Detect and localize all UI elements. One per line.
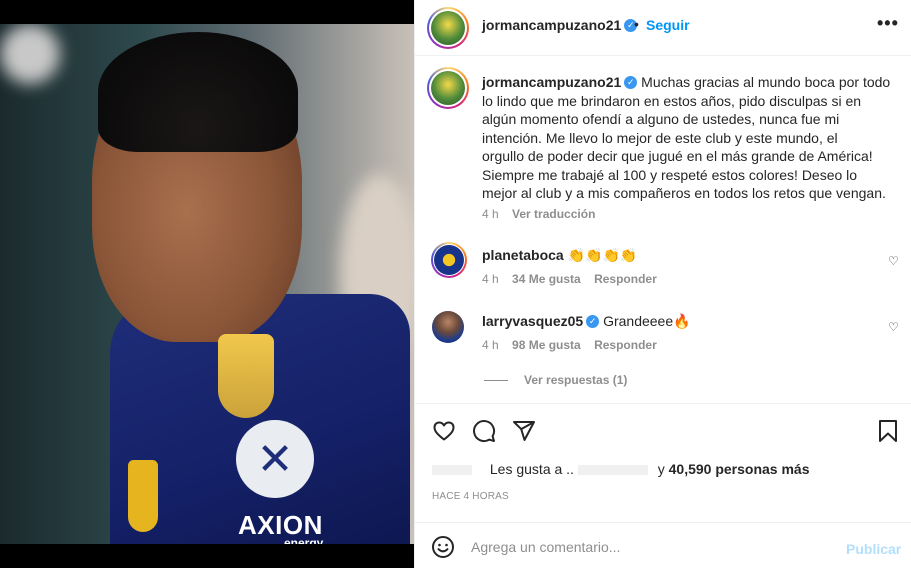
bookmark-icon[interactable] — [875, 418, 901, 444]
bokeh-light — [0, 24, 60, 84]
author-avatar[interactable] — [427, 7, 469, 49]
comment-body: Grandeeee🔥 — [603, 313, 691, 329]
caption-line: lo lindo que me brindaron en estos años,… — [482, 92, 862, 109]
player-hair — [98, 32, 298, 152]
comment-time: 4 h — [482, 338, 499, 352]
comment-meta: 4 h 34 Me gusta Responder — [482, 272, 657, 286]
post-photo[interactable]: ✕ AXION energy — [0, 0, 414, 568]
view-replies-label[interactable]: Ver respuestas (1) — [524, 373, 627, 387]
follow-button[interactable]: Seguir — [646, 17, 690, 33]
caption-username[interactable]: jormancampuzano21 — [482, 74, 621, 90]
comment-item: planetaboca 👏👏👏👏 — [482, 247, 637, 264]
reply-button[interactable]: Responder — [594, 338, 657, 352]
view-replies-button[interactable]: Ver respuestas (1) — [484, 373, 627, 387]
more-options-icon[interactable]: ••• — [877, 13, 899, 34]
caption-time: 4 h — [482, 207, 499, 221]
caption-line: intención. Me llevo lo mejor de este clu… — [482, 129, 838, 146]
likes-dots: .. — [566, 461, 574, 477]
verified-badge-icon: ✓ — [624, 75, 638, 89]
likes-count[interactable]: 40,590 personas más — [669, 461, 810, 477]
comment-like-heart-icon[interactable]: ♡ — [888, 320, 899, 334]
post-timestamp[interactable]: HACE 4 HORAS — [432, 491, 509, 502]
caption-meta: 4 h Ver traducción — [482, 207, 595, 221]
comment-meta: 4 h 98 Me gusta Responder — [482, 338, 657, 352]
liker-name[interactable] — [577, 465, 648, 476]
comment-item: larryvasquez05 ✓ Grandeeee🔥 — [482, 313, 691, 330]
likes-conjunction: y — [657, 461, 665, 477]
post-panel: jormancampuzano21 ✓ • Seguir ••• jormanca… — [414, 0, 911, 568]
emoji-icon[interactable] — [431, 535, 455, 562]
comment-avatar[interactable] — [432, 311, 464, 343]
comment-likes[interactable]: 34 Me gusta — [512, 272, 581, 286]
comment-avatar[interactable] — [431, 242, 467, 278]
sponsor-subtitle: energy — [284, 536, 324, 544]
translate-link[interactable]: Ver traducción — [512, 207, 595, 221]
caption-line: algún momento ofendí a alguno de ustedes… — [482, 111, 840, 127]
author-username[interactable]: jormancampuzano21 ✓ — [482, 17, 638, 33]
likes-prefix: Les gusta a — [489, 461, 563, 477]
player-photo: ✕ AXION energy — [0, 24, 414, 544]
comment-username[interactable]: larryvasquez05 — [482, 313, 583, 329]
comment-time: 4 h — [482, 272, 499, 286]
publish-button[interactable]: Publicar — [846, 541, 901, 557]
liker-avatars — [432, 465, 472, 476]
comment-input[interactable] — [471, 535, 831, 559]
heart-icon[interactable] — [431, 418, 457, 444]
comment-like-heart-icon[interactable]: ♡ — [888, 254, 899, 268]
comment-likes[interactable]: 98 Me gusta — [512, 338, 581, 352]
captain-badge — [218, 334, 274, 418]
caption-line: Muchas gracias al mundo boca por todo — [641, 74, 891, 90]
sponsor-logo: ✕ — [236, 420, 314, 498]
post-caption: jormancampuzano21 ✓ Muchas gracias al mun… — [482, 73, 897, 203]
caption-line: mejor al club y a mis compañeros en todo… — [482, 185, 886, 201]
replies-divider — [484, 380, 508, 382]
comment-body: 👏👏👏👏 — [567, 247, 638, 263]
verified-badge-icon: ✓ — [586, 314, 600, 328]
comment-bar: Publicar — [415, 522, 911, 568]
club-shield — [128, 460, 158, 532]
caption-avatar[interactable] — [427, 67, 469, 109]
post-actions — [415, 403, 911, 459]
header-separator: • — [634, 16, 639, 32]
caption-line: orgullo de poder decir que jugué en el m… — [482, 148, 873, 164]
comment-username[interactable]: planetaboca — [482, 247, 564, 263]
caption-line: Siempre me trabajé al 100 y respeté esto… — [482, 166, 858, 183]
post-header: jormancampuzano21 ✓ • Seguir ••• — [415, 0, 911, 56]
share-icon[interactable] — [511, 418, 537, 444]
reply-button[interactable]: Responder — [594, 272, 657, 286]
author-username-text[interactable]: jormancampuzano21 — [482, 17, 621, 33]
likes-summary: Les gusta a .. y 40,590 personas más — [432, 461, 810, 477]
comment-icon[interactable] — [471, 418, 497, 444]
